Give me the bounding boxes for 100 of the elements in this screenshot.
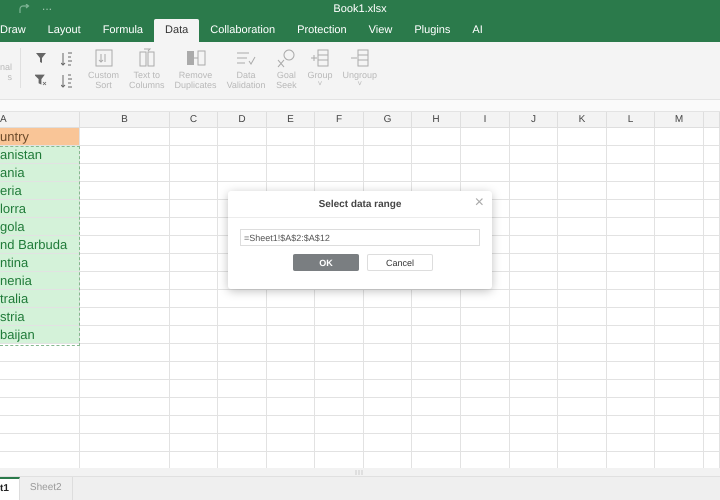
table-cell <box>558 254 607 272</box>
table-cell <box>607 182 655 200</box>
table-cell <box>510 164 558 182</box>
table-cell <box>461 290 510 308</box>
table-cell: ania <box>0 164 80 182</box>
column-header[interactable]: C <box>170 112 218 128</box>
table-cell <box>607 200 655 218</box>
table-cell <box>461 128 510 146</box>
table-cell <box>607 344 655 362</box>
ribbon-tab[interactable]: Protection <box>286 19 358 42</box>
table-cell <box>315 146 364 164</box>
table-cell <box>510 434 558 452</box>
table-cell <box>510 290 558 308</box>
column-header[interactable]: J <box>510 112 558 128</box>
column-header[interactable]: B <box>80 112 170 128</box>
table-cell <box>558 200 607 218</box>
column-header[interactable]: L <box>607 112 655 128</box>
column-header[interactable]: I <box>461 112 510 128</box>
formula-bar[interactable] <box>0 100 720 112</box>
table-cell <box>170 182 218 200</box>
table-cell <box>218 164 267 182</box>
table-cell: gola <box>0 218 80 236</box>
ok-button[interactable]: OK <box>293 254 359 271</box>
column-header[interactable]: D <box>218 112 267 128</box>
redo-icon[interactable] <box>18 4 30 14</box>
ribbon-tab[interactable]: Plugins <box>403 19 462 42</box>
table-cell <box>558 362 607 380</box>
table-cell <box>218 308 267 326</box>
table-cell <box>558 398 607 416</box>
scroll-grip-icon[interactable] <box>355 470 365 474</box>
ribbon-tab[interactable]: Formula <box>92 19 154 42</box>
table-cell <box>364 290 412 308</box>
table-cell <box>558 272 607 290</box>
ribbon-tab[interactable]: Collaboration <box>199 19 286 42</box>
table-cell <box>170 416 218 434</box>
table-cell <box>510 218 558 236</box>
table-cell <box>704 362 720 380</box>
table-cell <box>704 254 720 272</box>
column-header[interactable]: F <box>315 112 364 128</box>
table-cell <box>364 362 412 380</box>
toolbar-icon <box>184 48 207 68</box>
ribbon-tab[interactable]: Data <box>154 19 200 42</box>
table-cell <box>510 380 558 398</box>
table-cell <box>510 326 558 344</box>
ribbon-tab[interactable]: View <box>358 19 404 42</box>
table-cell <box>412 398 461 416</box>
more-button[interactable]: ··· <box>42 4 52 14</box>
table-cell <box>704 200 720 218</box>
table-cell <box>510 398 558 416</box>
toolbar-icon <box>348 48 371 68</box>
table-cell: anistan <box>0 146 80 164</box>
sort-descending-icon[interactable] <box>61 74 73 88</box>
table-cell <box>364 146 412 164</box>
range-input[interactable]: =Sheet1!$A$2:$A$12 <box>240 229 480 246</box>
column-header[interactable]: G <box>364 112 412 128</box>
table-cell <box>655 236 704 254</box>
table-cell <box>558 128 607 146</box>
horizontal-scrollbar[interactable] <box>0 468 720 476</box>
table-cell <box>655 290 704 308</box>
sheet-tab[interactable]: t1 <box>0 477 20 500</box>
cancel-button[interactable]: Cancel <box>367 254 433 271</box>
clear-filter-icon[interactable] <box>35 74 47 86</box>
table-cell <box>412 326 461 344</box>
table-cell <box>704 164 720 182</box>
column-header[interactable]: E <box>267 112 315 128</box>
table-cell <box>364 128 412 146</box>
table-cell <box>655 416 704 434</box>
table-cell <box>218 146 267 164</box>
column-header[interactable]: H <box>412 112 461 128</box>
table-cell <box>267 434 315 452</box>
column-header[interactable] <box>704 112 720 128</box>
table-cell <box>412 362 461 380</box>
table-cell <box>170 326 218 344</box>
table-cell <box>655 218 704 236</box>
table-cell <box>704 326 720 344</box>
table-cell: untry <box>0 128 80 146</box>
sort-ascending-icon[interactable] <box>61 52 73 66</box>
table-cell <box>364 380 412 398</box>
table-cell <box>267 326 315 344</box>
filter-icon[interactable] <box>35 52 47 64</box>
table-cell <box>170 434 218 452</box>
table-cell <box>315 398 364 416</box>
table-cell <box>655 200 704 218</box>
column-header[interactable]: M <box>655 112 704 128</box>
table-cell: tralia <box>0 290 80 308</box>
table-cell <box>510 236 558 254</box>
table-cell <box>461 416 510 434</box>
table-cell <box>267 344 315 362</box>
table-cell <box>267 380 315 398</box>
ribbon-tab[interactable]: Layout <box>36 19 92 42</box>
table-cell <box>607 128 655 146</box>
table-cell <box>510 146 558 164</box>
ribbon-tab[interactable]: AI <box>461 19 494 42</box>
window-title: Book1.xlsx <box>333 3 387 15</box>
ribbon-tab[interactable]: Draw <box>0 19 37 42</box>
column-header[interactable]: A <box>0 112 80 128</box>
table-cell <box>607 326 655 344</box>
table-cell <box>510 308 558 326</box>
table-cell <box>170 398 218 416</box>
column-header[interactable]: K <box>558 112 607 128</box>
